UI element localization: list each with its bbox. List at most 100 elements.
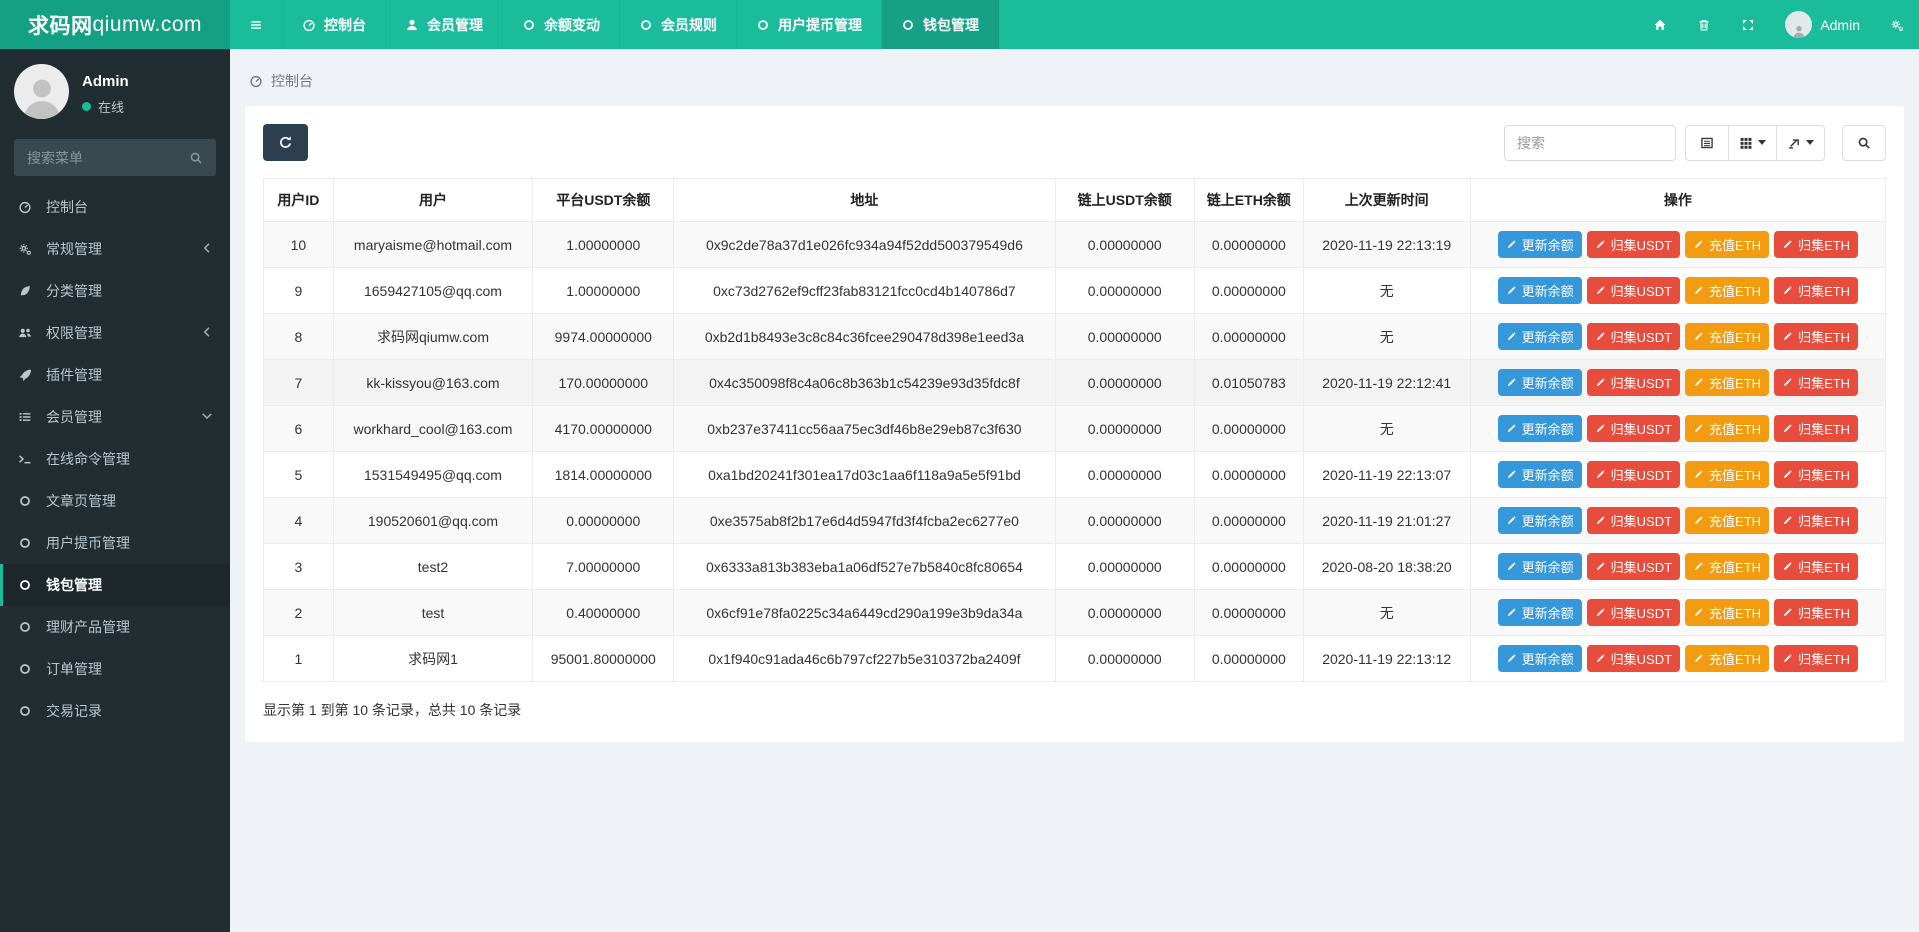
topnav-item-label: 控制台 [324, 16, 366, 33]
update-balance-button[interactable]: 更新余额 [1497, 461, 1582, 488]
sidebar-item-withdraw[interactable]: 用户提币管理 [0, 522, 230, 564]
circle-icon [16, 620, 34, 634]
collect-usdt-button[interactable]: 归集USDT [1586, 461, 1681, 488]
update-balance-button[interactable]: 更新余额 [1497, 231, 1582, 258]
table-cell: 2 [263, 589, 334, 636]
update-balance-button[interactable]: 更新余额 [1497, 507, 1582, 534]
sidebar-item-command[interactable]: 在线命令管理 [0, 438, 230, 480]
update-balance-button[interactable]: 更新余额 [1497, 369, 1582, 396]
action-button-label: 更新余额 [1521, 514, 1574, 529]
sidebar-search-input[interactable] [27, 149, 181, 166]
sidebar-user-status-label: 在线 [98, 100, 125, 115]
trash-button[interactable] [1682, 0, 1726, 49]
recharge-eth-button[interactable]: 充值ETH [1685, 507, 1770, 534]
collect-usdt-button[interactable]: 归集USDT [1586, 599, 1681, 626]
circle-icon [16, 662, 34, 676]
collect-usdt-button[interactable]: 归集USDT [1586, 369, 1681, 396]
fullscreen-button[interactable] [1726, 0, 1770, 49]
topnav-item-wallet[interactable]: 钱包管理 [882, 0, 999, 49]
recharge-eth-button[interactable]: 充值ETH [1685, 277, 1770, 304]
recharge-eth-button[interactable]: 充值ETH [1685, 415, 1770, 442]
update-balance-button[interactable]: 更新余额 [1497, 553, 1582, 580]
toggle-view-button[interactable] [1685, 124, 1729, 161]
table-search-input[interactable] [1504, 124, 1676, 161]
table-search-button[interactable] [1842, 124, 1886, 161]
action-button-label: 归集ETH [1798, 560, 1851, 575]
recharge-eth-button[interactable]: 充值ETH [1685, 231, 1770, 258]
update-balance-button[interactable]: 更新余额 [1497, 323, 1582, 350]
sidebar-item-label: 理财产品管理 [46, 619, 130, 635]
recharge-eth-button[interactable]: 充值ETH [1685, 645, 1770, 672]
sidebar-item-orders[interactable]: 订单管理 [0, 648, 230, 690]
sidebar-item-general[interactable]: 常规管理 [0, 228, 230, 270]
collect-eth-button[interactable]: 归集ETH [1774, 415, 1859, 442]
recharge-eth-button[interactable]: 充值ETH [1685, 553, 1770, 580]
sidebar-item-addon[interactable]: 插件管理 [0, 354, 230, 396]
sidebar-item-finance-product[interactable]: 理财产品管理 [0, 606, 230, 648]
sidebar-item-label: 会员管理 [46, 409, 102, 425]
collect-eth-button[interactable]: 归集ETH [1774, 461, 1859, 488]
recharge-eth-button[interactable]: 充值ETH [1685, 461, 1770, 488]
brand-logo[interactable]: 求码网 qiumw.com [0, 0, 230, 49]
table-row: 4 190520601@qq.com 0.00000000 0xe3575ab8f2b… [263, 497, 1887, 544]
collect-usdt-button[interactable]: 归集USDT [1586, 507, 1681, 534]
collect-usdt-button[interactable]: 归集USDT [1586, 645, 1681, 672]
update-balance-button[interactable]: 更新余额 [1497, 415, 1582, 442]
collect-usdt-button[interactable]: 归集USDT [1586, 231, 1681, 258]
update-balance-button[interactable]: 更新余额 [1497, 599, 1582, 626]
sidebar-item-transactions[interactable]: 交易记录 [0, 690, 230, 732]
collect-eth-button[interactable]: 归集ETH [1774, 507, 1859, 534]
export-button[interactable] [1776, 124, 1825, 161]
search-icon[interactable] [189, 151, 203, 165]
update-balance-button[interactable]: 更新余额 [1497, 645, 1582, 672]
table-row: 1 求码网1 95001.80000000 0x1f940c91ada46c6b797… [263, 635, 1887, 682]
update-balance-button[interactable]: 更新余额 [1497, 277, 1582, 304]
collect-eth-button[interactable]: 归集ETH [1774, 599, 1859, 626]
columns-button[interactable] [1728, 124, 1777, 161]
table-cell: maryaisme@hotmail.com [332, 221, 534, 268]
sidebar-user-status[interactable]: 在线 [82, 97, 129, 116]
settings-button[interactable] [1875, 0, 1919, 49]
collect-usdt-button[interactable]: 归集USDT [1586, 323, 1681, 350]
collect-eth-button[interactable]: 归集ETH [1774, 323, 1859, 350]
sidebar-item-auth[interactable]: 权限管理 [0, 312, 230, 354]
table-cell: 0x9c2de78a37d1e026fc934a94f52dd500379549… [673, 221, 1056, 268]
collect-usdt-button[interactable]: 归集USDT [1586, 415, 1681, 442]
collect-usdt-button[interactable]: 归集USDT [1586, 553, 1681, 580]
action-button-label: 更新余额 [1521, 560, 1574, 575]
topnav-item-member-rules[interactable]: 会员规则 [620, 0, 737, 49]
topnav-item-members[interactable]: 会员管理 [386, 0, 503, 49]
recharge-eth-button[interactable]: 充值ETH [1685, 323, 1770, 350]
collect-eth-button[interactable]: 归集ETH [1774, 553, 1859, 580]
collect-usdt-button[interactable]: 归集USDT [1586, 277, 1681, 304]
collect-eth-button[interactable]: 归集ETH [1774, 369, 1859, 396]
sidebar-item-category[interactable]: 分类管理 [0, 270, 230, 312]
table-cell: 0.00000000 [1193, 313, 1304, 360]
collect-eth-button[interactable]: 归集ETH [1774, 277, 1859, 304]
recharge-eth-button[interactable]: 充值ETH [1685, 599, 1770, 626]
sidebar-toggle-button[interactable] [230, 0, 283, 49]
topnav-item-withdraw[interactable]: 用户提币管理 [737, 0, 882, 49]
topnav-item-balance-change[interactable]: 余额变动 [503, 0, 620, 49]
sidebar-item-label: 在线命令管理 [46, 451, 130, 467]
home-button[interactable] [1638, 0, 1682, 49]
pagination-summary: 显示第 1 到第 10 条记录，总共 10 条记录 [263, 702, 522, 718]
refresh-button[interactable] [263, 124, 308, 161]
leaf-icon [16, 284, 34, 298]
sidebar-item-console[interactable]: 控制台 [0, 186, 230, 228]
chevron-left-icon [198, 325, 216, 339]
sidebar-item-wallet[interactable]: 钱包管理 [0, 564, 230, 606]
collect-eth-button[interactable]: 归集ETH [1774, 231, 1859, 258]
recharge-eth-button[interactable]: 充值ETH [1685, 369, 1770, 396]
sidebar-item-members[interactable]: 会员管理 [0, 396, 230, 438]
collect-eth-button[interactable]: 归集ETH [1774, 645, 1859, 672]
action-button-label: 更新余额 [1521, 606, 1574, 621]
table-cell: 0.00000000 [1193, 543, 1304, 590]
circle-icon [16, 578, 34, 592]
sidebar-item-article[interactable]: 文章页管理 [0, 480, 230, 522]
circle-icon [639, 18, 653, 32]
actions-cell: 更新余额 归集USDT 充值ETH 归集ETH [1469, 589, 1887, 636]
table-cell: 0.00000000 [1054, 313, 1195, 360]
user-menu[interactable]: Admin [1770, 0, 1875, 49]
topnav-item-console[interactable]: 控制台 [283, 0, 386, 49]
